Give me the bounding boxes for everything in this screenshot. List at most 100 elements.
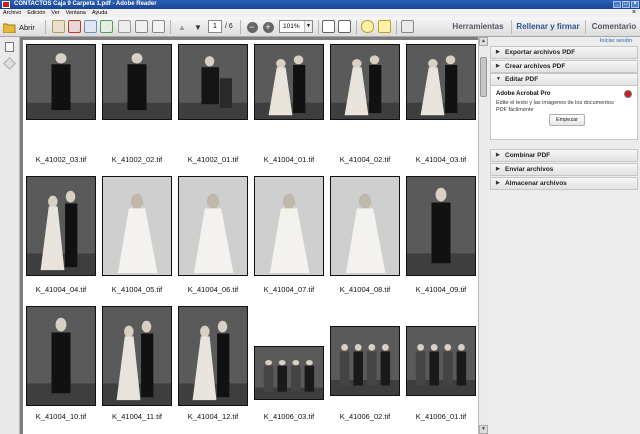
section-create-pdf[interactable]: ▶ Crear archivos PDF xyxy=(490,60,638,73)
full-screen-icon[interactable] xyxy=(338,20,351,33)
scrollbar-thumb[interactable] xyxy=(480,57,487,97)
menu-archivo[interactable]: Archivo xyxy=(3,9,21,17)
folder-icon xyxy=(3,23,16,33)
section-send-files[interactable]: ▶ Enviar archivos xyxy=(490,163,638,176)
photo-thumbnail[interactable] xyxy=(330,326,400,396)
panel-empty-area xyxy=(490,191,638,434)
photo-thumbnail[interactable] xyxy=(406,44,476,120)
edit-icon[interactable] xyxy=(84,20,97,33)
print-icon[interactable] xyxy=(135,20,148,33)
attachment-icon[interactable] xyxy=(3,57,16,70)
photo-image xyxy=(255,45,323,119)
close-document-button[interactable]: × xyxy=(632,9,636,17)
arrow-up-icon: ▲ xyxy=(178,22,186,32)
photo-image xyxy=(407,177,475,275)
window-title: CONTACTOS Caja 9 Carpeta 1.pdf - Adobe R… xyxy=(14,1,157,7)
toolbar-divider xyxy=(356,20,357,34)
chevron-down-icon: ▼ xyxy=(304,21,312,32)
sign-in-link[interactable]: Iniciar sesión xyxy=(600,38,632,44)
toolbar-divider xyxy=(396,20,397,34)
thumbnail-caption: K_41002_02.tif xyxy=(111,155,163,164)
pdf-page: K_41002_03.tif K_41002_02.tif K_41002_01.t… xyxy=(23,40,497,434)
thumbnail-caption: K_41002_01.tif xyxy=(187,155,239,164)
edit-description: Edite el texto y las imágenes de los doc… xyxy=(496,100,614,113)
photo-image xyxy=(103,177,171,275)
fit-page-icon[interactable] xyxy=(322,20,335,33)
menu-ventana[interactable]: Ventana xyxy=(66,9,86,17)
tools-panel: Iniciar sesión ▶ Exportar archivos PDF ▶ C… xyxy=(488,37,640,434)
page-total: / 6 xyxy=(225,23,233,30)
tab-fill-sign[interactable]: Rellenar y firmar xyxy=(513,19,583,35)
highlight-icon[interactable] xyxy=(378,20,391,33)
photo-image xyxy=(255,177,323,275)
photo-thumbnail[interactable] xyxy=(406,326,476,396)
section-export-pdf[interactable]: ▶ Exportar archivos PDF xyxy=(490,46,638,59)
photo-image xyxy=(103,45,171,119)
photo-thumbnail[interactable] xyxy=(330,176,400,276)
minimize-button[interactable]: _ xyxy=(613,1,621,8)
photo-thumbnail[interactable] xyxy=(178,176,248,276)
photo-thumbnail[interactable] xyxy=(26,176,96,276)
zoom-out-button[interactable]: − xyxy=(246,20,258,34)
menu-ver[interactable]: Ver xyxy=(51,9,59,17)
pages-panel-icon[interactable] xyxy=(5,42,14,52)
toolbar: Abrir ▲ ▼ 1 / 6 − + 101% ▼ Herramientas R… xyxy=(0,17,640,37)
thumbnail-caption: K_41004_06.tif xyxy=(187,285,239,294)
save-icon[interactable] xyxy=(118,20,131,33)
thumbnail-caption: K_41004_01.tif xyxy=(263,155,315,164)
title-bar: CONTACTOS Caja 9 Carpeta 1.pdf - Adobe R… xyxy=(0,0,640,9)
close-window-button[interactable]: × xyxy=(631,1,639,8)
cloud-upload-icon[interactable] xyxy=(100,20,113,33)
menu-edicion[interactable]: Edición xyxy=(27,9,45,17)
expand-icon[interactable] xyxy=(401,20,414,33)
photo-thumbnail[interactable] xyxy=(254,176,324,276)
scroll-up-arrow-icon[interactable]: ▲ xyxy=(479,37,488,46)
tab-comment[interactable]: Comentario xyxy=(588,19,640,35)
section-edit-pdf[interactable]: ▼ Editar PDF xyxy=(490,73,638,86)
tab-tools[interactable]: Herramientas xyxy=(448,19,508,35)
section-combine-pdf[interactable]: ▶ Combinar PDF xyxy=(490,149,638,162)
tab-divider xyxy=(585,20,586,34)
open-button[interactable]: Abrir xyxy=(3,20,41,34)
maximize-button[interactable]: □ xyxy=(622,1,630,8)
photo-thumbnail[interactable] xyxy=(102,44,172,120)
plus-circle-icon: + xyxy=(262,21,274,33)
photo-thumbnail[interactable] xyxy=(254,346,324,400)
section-create-label: Crear archivos PDF xyxy=(505,63,566,70)
start-button[interactable]: Empezar xyxy=(549,114,585,126)
combine-icon[interactable] xyxy=(68,20,81,33)
menu-ayuda[interactable]: Ayuda xyxy=(92,9,108,17)
zoom-in-button[interactable]: + xyxy=(262,20,274,34)
email-icon[interactable] xyxy=(152,20,165,33)
photo-thumbnail[interactable] xyxy=(178,44,248,120)
previous-page-button[interactable]: ▲ xyxy=(176,20,188,34)
next-page-button[interactable]: ▼ xyxy=(192,20,204,34)
section-store-files[interactable]: ▶ Almacenar archivos xyxy=(490,177,638,190)
thumbnail-caption: K_41004_02.tif xyxy=(339,155,391,164)
thumbnail-caption: K_41004_11.tif xyxy=(112,412,162,421)
vertical-scrollbar[interactable]: ▲ ▼ xyxy=(478,37,488,434)
photo-image xyxy=(407,45,475,119)
triangle-right-icon: ▶ xyxy=(496,49,500,55)
document-view[interactable]: K_41002_03.tif K_41002_02.tif K_41002_01.t… xyxy=(20,37,497,434)
thumbnail-caption: K_41004_08.tif xyxy=(339,285,391,294)
tab-divider xyxy=(511,20,512,34)
photo-thumbnail[interactable] xyxy=(102,176,172,276)
photo-thumbnail[interactable] xyxy=(26,44,96,120)
photo-thumbnail[interactable] xyxy=(330,44,400,120)
photo-thumbnail[interactable] xyxy=(26,306,96,406)
page-number-input[interactable]: 1 xyxy=(208,20,222,33)
photo-thumbnail[interactable] xyxy=(406,176,476,276)
comment-note-icon[interactable] xyxy=(361,20,374,33)
triangle-right-icon: ▶ xyxy=(496,63,500,69)
create-pdf-icon[interactable] xyxy=(52,20,65,33)
thumbnail-caption: K_41004_03.tif xyxy=(415,155,467,164)
zoom-select[interactable]: 101% ▼ xyxy=(279,20,313,33)
scroll-down-arrow-icon[interactable]: ▼ xyxy=(479,425,488,434)
section-store-label: Almacenar archivos xyxy=(505,180,567,187)
thumbnail-caption: K_41004_04.tif xyxy=(35,285,87,294)
photo-thumbnail[interactable] xyxy=(102,306,172,406)
photo-image xyxy=(27,45,95,119)
photo-thumbnail[interactable] xyxy=(178,306,248,406)
photo-thumbnail[interactable] xyxy=(254,44,324,120)
